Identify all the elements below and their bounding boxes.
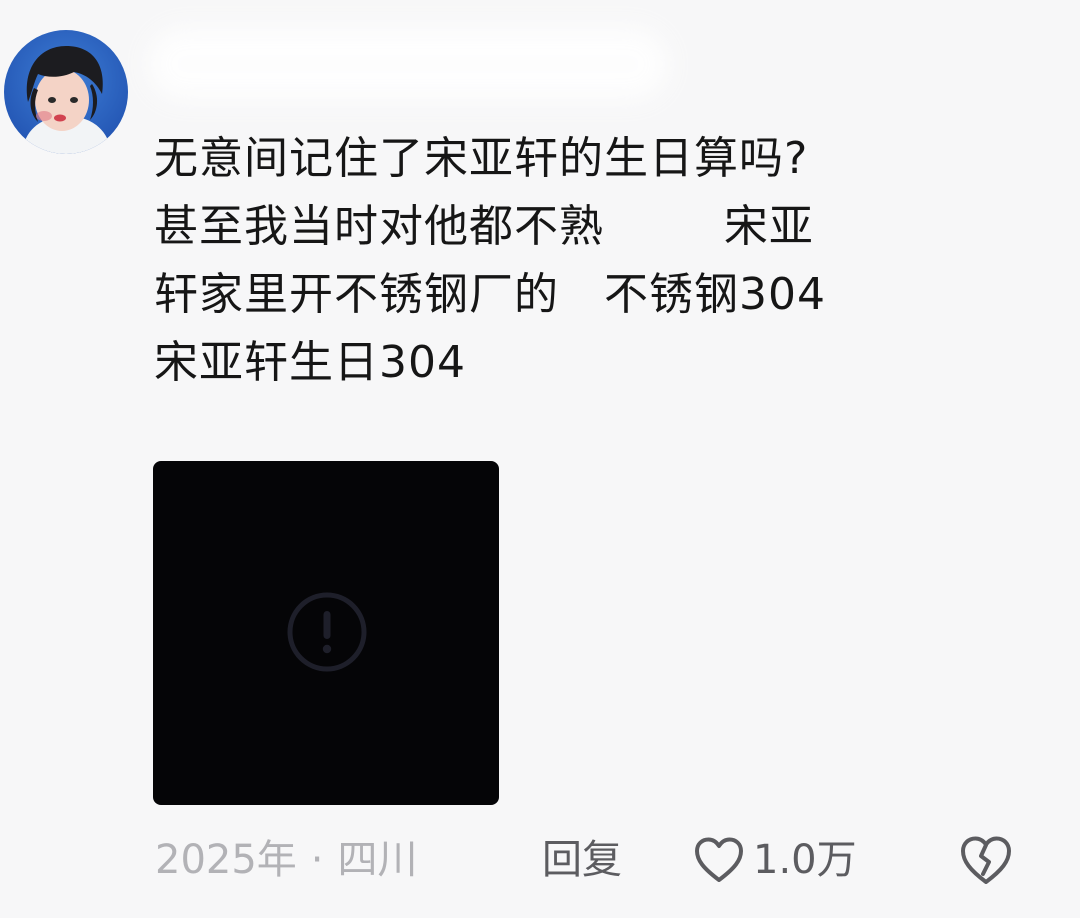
comment-text: 无意间记住了宋亚轩的生日算吗? 甚至我当时对他都不熟 宋亚 轩家里开不锈钢厂的 不锈… <box>154 125 1034 397</box>
comment-line: 轩家里开不锈钢厂的 不锈钢304 <box>154 269 826 320</box>
like-count: 1.0万 <box>753 837 857 883</box>
broken-heart-icon[interactable] <box>958 834 1014 886</box>
comment-line: 无意间记住了宋亚轩的生日算吗? <box>154 133 809 184</box>
avatar[interactable] <box>4 30 128 154</box>
comment-line: 宋亚轩生日304 <box>154 337 466 388</box>
comment-date: 2025年 <box>155 837 297 883</box>
comment-footer: 2025年 · 四川 回复 1.0万 <box>0 828 1080 892</box>
comment-location: 四川 <box>337 837 418 883</box>
username-placeholder <box>148 28 668 100</box>
reply-button[interactable]: 回复 <box>542 828 622 892</box>
comment-meta: 2025年 · 四川 <box>155 828 418 892</box>
meta-separator: · <box>310 837 324 883</box>
heart-outline-icon <box>695 837 743 882</box>
like-button[interactable]: 1.0万 <box>693 828 857 892</box>
comment-line: 甚至我当时对他都不熟 宋亚 <box>154 201 814 252</box>
comment-image[interactable] <box>153 461 499 805</box>
exclamation-circle-icon <box>287 592 367 672</box>
comment-item: 无意间记住了宋亚轩的生日算吗? 甚至我当时对他都不熟 宋亚 轩家里开不锈钢厂的 不锈… <box>0 0 1080 918</box>
